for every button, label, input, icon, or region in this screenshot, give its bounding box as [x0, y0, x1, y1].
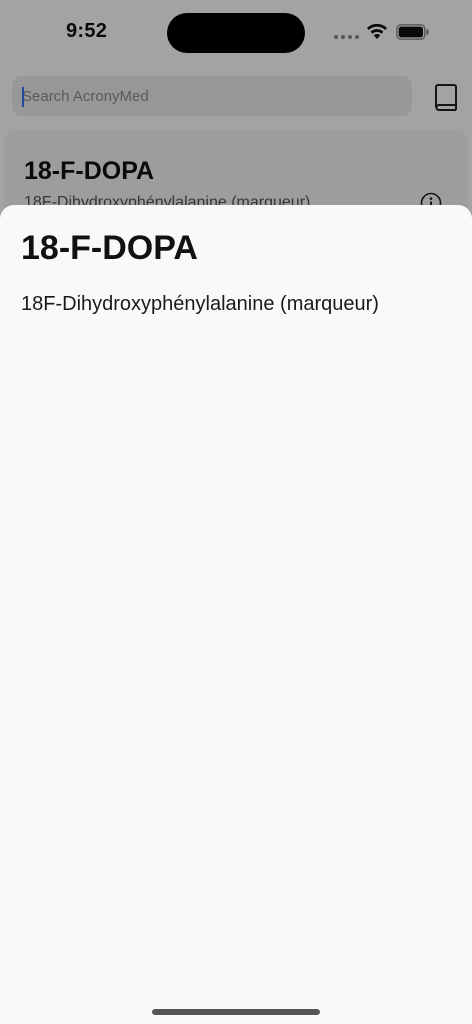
home-indicator[interactable] — [152, 1009, 320, 1015]
app-screen: 9:52 18-F-DOPA 18F-Dihydroxyphénylalanin… — [0, 0, 472, 1024]
sheet-title: 18-F-DOPA — [21, 229, 198, 267]
sheet-definition: 18F-Dihydroxyphénylalanine (marqueur) — [21, 293, 379, 315]
detail-sheet: 18-F-DOPA 18F-Dihydroxyphénylalanine (ma… — [0, 205, 472, 1024]
